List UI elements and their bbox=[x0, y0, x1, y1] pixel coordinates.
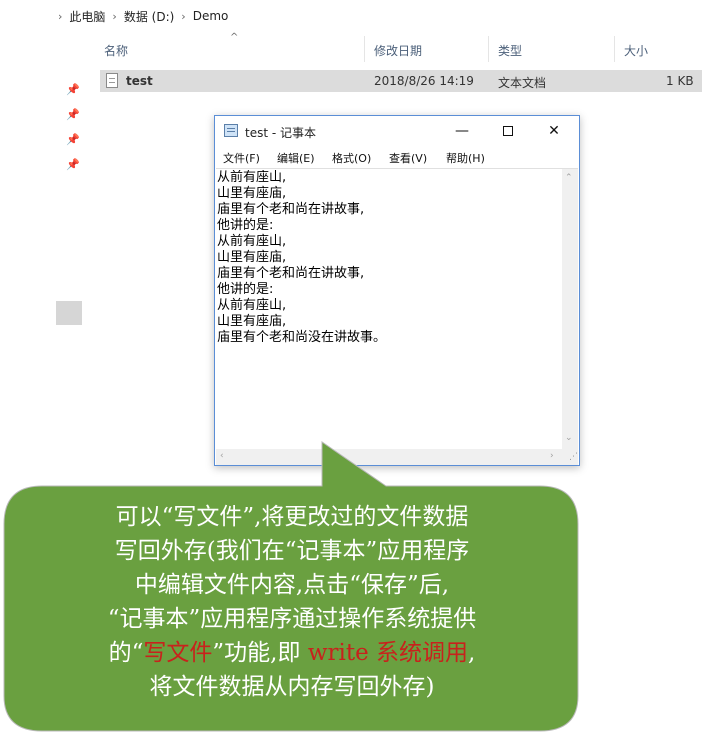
highlight-write-syscall: write 系统调用 bbox=[307, 640, 469, 666]
callout-line: 可以“写文件”,将更改过的文件数据 bbox=[115, 504, 469, 530]
callout-line: “记事本”应用程序通过操作系统提供 bbox=[107, 606, 477, 632]
callout-fragment: 的“ bbox=[108, 640, 144, 666]
callout-text: 可以“写文件”,将更改过的文件数据 写回外存(我们在“记事本”应用程序 中编辑文… bbox=[14, 500, 570, 704]
callout-line: 的“写文件”功能,即 write 系统调用, bbox=[14, 636, 570, 670]
highlight-write-file: 写文件 bbox=[143, 640, 213, 666]
callout-line: 写回外存(我们在“记事本”应用程序 bbox=[114, 538, 470, 564]
callout-fragment: , bbox=[468, 640, 476, 666]
callout-fragment: ”功能,即 bbox=[212, 640, 308, 666]
callout-line: 将文件数据从内存写回外存) bbox=[149, 674, 435, 700]
callout-line: 中编辑文件内容,点击“保存”后, bbox=[134, 572, 450, 598]
